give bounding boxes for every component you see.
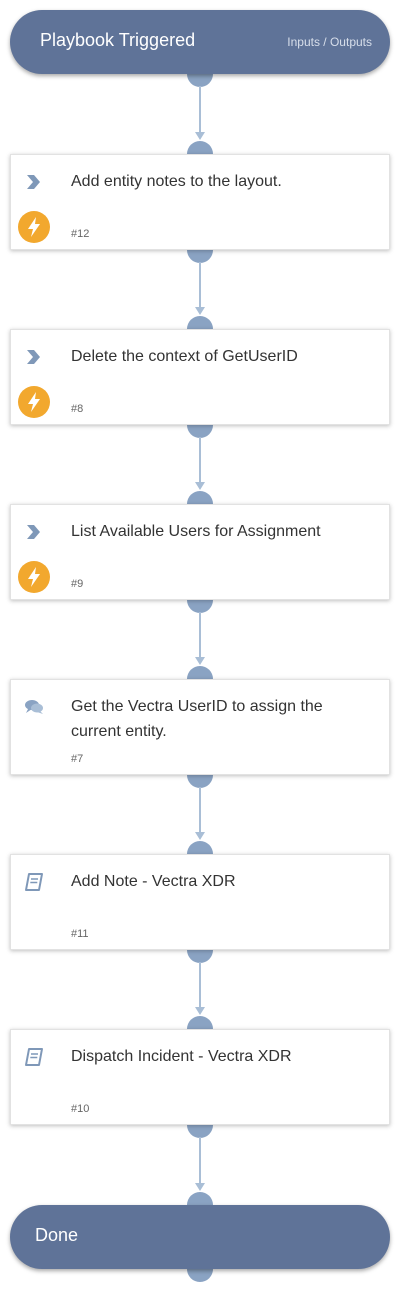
chevron-icon bbox=[23, 521, 45, 543]
flow-arrowhead bbox=[195, 132, 205, 140]
task-label: Get the Vectra UserID to assign the curr… bbox=[71, 698, 323, 740]
task-label: Delete the context of GetUserID bbox=[71, 348, 298, 365]
task-label: Add entity notes to the layout. bbox=[71, 173, 282, 190]
flow-edge bbox=[199, 962, 201, 1009]
flow-arrowhead bbox=[195, 482, 205, 490]
task-card-10[interactable]: Dispatch Incident - Vectra XDR #10 bbox=[10, 1029, 390, 1125]
task-card-7[interactable]: Get the Vectra UserID to assign the curr… bbox=[10, 679, 390, 775]
task-label: Dispatch Incident - Vectra XDR bbox=[71, 1048, 292, 1065]
flow-edge bbox=[199, 437, 201, 484]
automation-bolt-icon bbox=[18, 386, 50, 418]
task-number: #8 bbox=[71, 403, 84, 415]
flow-edge bbox=[199, 612, 201, 659]
playbook-triggered-node[interactable]: Playbook Triggered Inputs / Outputs bbox=[10, 10, 390, 74]
flow-edge bbox=[199, 262, 201, 309]
chevron-icon bbox=[23, 346, 45, 368]
book-icon bbox=[23, 871, 45, 893]
flow-arrowhead bbox=[195, 832, 205, 840]
task-card-8[interactable]: Delete the context of GetUserID #8 bbox=[10, 329, 390, 425]
chevron-icon bbox=[23, 171, 45, 193]
flow-arrowhead bbox=[195, 1183, 205, 1191]
flow-edge bbox=[199, 1137, 201, 1185]
book-icon bbox=[23, 1046, 45, 1068]
inputs-outputs-link[interactable]: Inputs / Outputs bbox=[287, 35, 372, 49]
flow-arrowhead bbox=[195, 307, 205, 315]
task-label: Add Note - Vectra XDR bbox=[71, 873, 236, 890]
chat-icon bbox=[23, 696, 45, 718]
task-card-12[interactable]: Add entity notes to the layout. #12 bbox=[10, 154, 390, 250]
flow-edge bbox=[199, 787, 201, 834]
flow-arrowhead bbox=[195, 1007, 205, 1015]
task-number: #12 bbox=[71, 228, 90, 240]
task-card-11[interactable]: Add Note - Vectra XDR #11 bbox=[10, 854, 390, 950]
task-number: #9 bbox=[71, 578, 84, 590]
automation-bolt-icon bbox=[18, 561, 50, 593]
flow-arrowhead bbox=[195, 657, 205, 665]
end-title: Done bbox=[35, 1225, 79, 1245]
task-number: #7 bbox=[71, 753, 84, 765]
done-node[interactable]: Done bbox=[10, 1205, 390, 1269]
task-number: #10 bbox=[71, 1103, 90, 1115]
task-number: #11 bbox=[71, 928, 89, 940]
start-title: Playbook Triggered bbox=[40, 30, 196, 50]
flow-edge bbox=[199, 86, 201, 134]
task-label: List Available Users for Assignment bbox=[71, 523, 321, 540]
task-card-9[interactable]: List Available Users for Assignment #9 bbox=[10, 504, 390, 600]
automation-bolt-icon bbox=[18, 211, 50, 243]
